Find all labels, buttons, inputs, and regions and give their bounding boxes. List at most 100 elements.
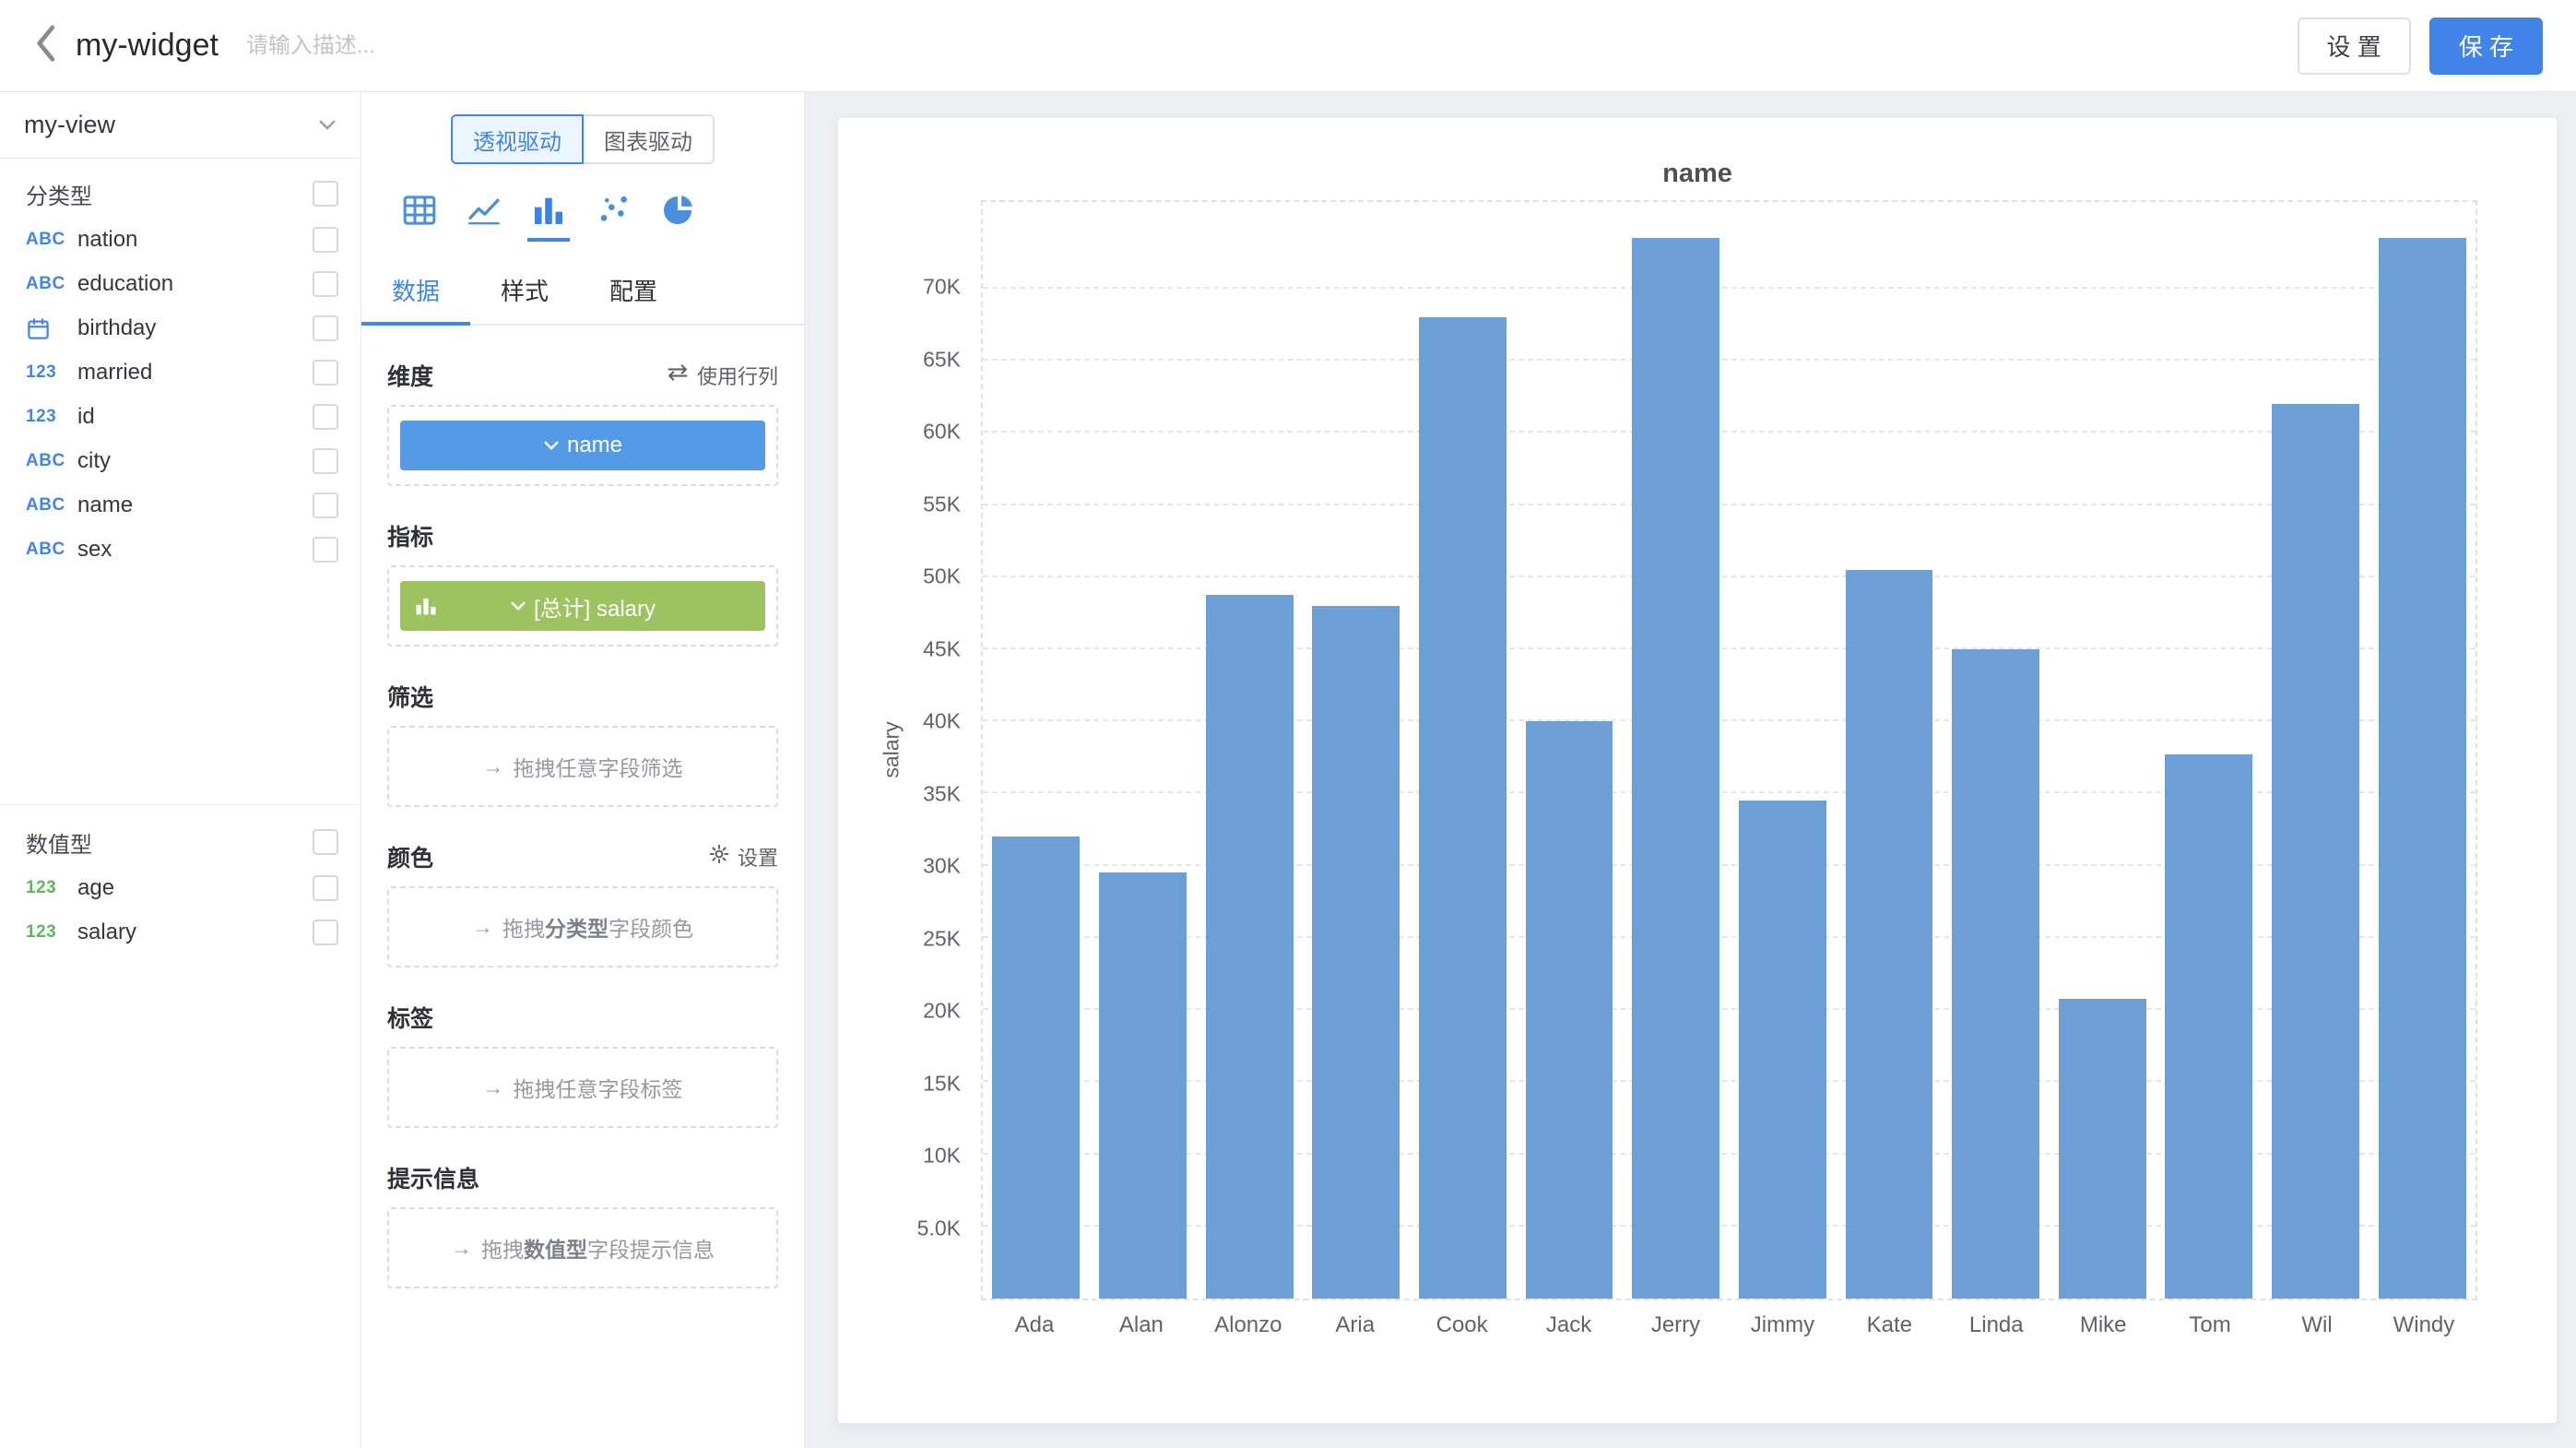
bar-slot — [2156, 202, 2263, 1299]
field-row-name[interactable]: ABCname — [0, 483, 360, 528]
tooltip-drop-zone[interactable]: → 拖拽数值型字段提示信息 — [387, 1207, 778, 1288]
field-row-birthday[interactable]: birthday — [0, 306, 360, 350]
x-tick-label: Ada — [981, 1312, 1088, 1338]
bar-slot — [1729, 202, 1836, 1299]
field-row-education[interactable]: ABCeducation — [0, 262, 360, 306]
field-row-married[interactable]: 123married — [0, 350, 360, 395]
mode-tab-chart[interactable]: 图表驱动 — [584, 114, 715, 164]
bar-Windy — [2379, 238, 2466, 1299]
line-chart-icon[interactable] — [463, 188, 505, 242]
metric-pill[interactable]: [总计] salary — [400, 581, 765, 631]
field-checkbox[interactable] — [313, 448, 338, 474]
bar-chart-icon[interactable] — [527, 188, 570, 242]
tooltip-drop-hint: → 拖拽数值型字段提示信息 — [451, 1232, 715, 1264]
chart-title: name — [838, 159, 2557, 189]
chevron-down-icon — [510, 600, 526, 611]
main-area: my-view 分类型 ABCnationABCeducation birthday… — [0, 92, 2576, 1448]
scatter-chart-icon[interactable] — [592, 188, 634, 242]
field-checkbox[interactable] — [313, 920, 338, 945]
field-checkbox[interactable] — [313, 360, 338, 386]
plot-area — [981, 200, 2477, 1300]
group-header: 分类型 — [0, 170, 360, 218]
field-name: age — [77, 875, 313, 901]
bar-slot — [1303, 202, 1410, 1299]
config-panel: 透视驱动图表驱动 数据样式配置 维度 使用行列 name — [361, 92, 805, 1448]
tab-数据[interactable]: 数据 — [361, 256, 470, 326]
tab-配置[interactable]: 配置 — [579, 256, 688, 326]
back-button[interactable] — [33, 23, 57, 68]
group-select-checkbox[interactable] — [313, 829, 338, 855]
group-select-checkbox[interactable] — [313, 181, 338, 207]
field-row-id[interactable]: 123id — [0, 395, 360, 439]
field-checkbox[interactable] — [313, 227, 338, 253]
settings-button[interactable]: 设 置 — [2298, 18, 2411, 75]
field-checkbox[interactable] — [313, 271, 338, 297]
field-checkbox[interactable] — [313, 404, 338, 430]
dimension-drop-zone[interactable]: name — [387, 405, 778, 486]
panel-body: 维度 使用行列 name 指标 — [361, 359, 804, 1316]
tab-样式[interactable]: 样式 — [470, 256, 579, 326]
bar-Aria — [1312, 606, 1400, 1299]
number-field-icon: 123 — [26, 922, 77, 943]
chart-card: name salary 5.0K10K15K20K25K30K35K40K45K… — [838, 118, 2557, 1423]
field-row-nation[interactable]: ABCnation — [0, 218, 360, 262]
view-selector[interactable]: my-view — [0, 92, 360, 159]
dimension-pill[interactable]: name — [400, 421, 765, 470]
x-tick-label: Cook — [1409, 1312, 1516, 1338]
bars — [983, 202, 2476, 1299]
chevron-left-icon — [33, 23, 57, 68]
field-name: city — [77, 448, 313, 474]
mode-tab-pivot[interactable]: 透视驱动 — [451, 114, 584, 164]
top-bar: my-widget 设 置 保 存 — [0, 0, 2576, 92]
bar-Wil — [2272, 404, 2359, 1299]
y-tick-label: 35K — [923, 781, 961, 806]
bar-chart-icon — [413, 593, 439, 619]
x-tick-label: Jerry — [1623, 1312, 1730, 1338]
table-icon[interactable] — [398, 188, 441, 242]
field-checkbox[interactable] — [313, 493, 338, 518]
use-rows-cols-button[interactable]: 使用行列 — [666, 361, 778, 390]
label-drop-zone[interactable]: → 拖拽任意字段标签 — [387, 1047, 778, 1128]
field-checkbox[interactable] — [313, 875, 338, 901]
field-checkbox[interactable] — [313, 537, 338, 563]
pie-chart-icon[interactable] — [656, 188, 699, 242]
number-field-icon: 123 — [26, 407, 77, 427]
field-row-sex[interactable]: ABCsex — [0, 528, 360, 572]
arrow-right-icon: → — [451, 1236, 472, 1261]
x-tick-label: Tom — [2157, 1312, 2263, 1338]
filter-drop-hint: → 拖拽任意字段筛选 — [483, 751, 683, 782]
field-checkbox[interactable] — [313, 315, 338, 341]
field-row-age[interactable]: 123age — [0, 866, 360, 910]
color-drop-zone[interactable]: → 拖拽分类型字段颜色 — [387, 886, 778, 967]
arrow-right-icon: → — [472, 915, 493, 940]
y-tick-label: 5.0K — [917, 1216, 961, 1240]
color-settings-button[interactable]: 设置 — [708, 842, 778, 872]
text-field-icon: ABC — [26, 495, 77, 516]
x-tick-label: Alan — [1088, 1312, 1195, 1338]
x-tick-label: Mike — [2050, 1312, 2157, 1338]
bar-slot — [2369, 202, 2476, 1299]
y-tick-label: 55K — [923, 492, 961, 516]
y-tick-label: 70K — [923, 275, 961, 300]
field-row-city[interactable]: ABCcity — [0, 439, 360, 483]
label-label: 标签 — [387, 1001, 433, 1034]
field-name: married — [77, 360, 313, 386]
field-row-salary[interactable]: 123salary — [0, 910, 360, 955]
metric-drop-zone[interactable]: [总计] salary — [387, 565, 778, 647]
bar-slot — [1516, 202, 1623, 1299]
filter-drop-zone[interactable]: → 拖拽任意字段筛选 — [387, 726, 778, 807]
x-tick-label: Kate — [1836, 1312, 1943, 1338]
text-field-icon: ABC — [26, 540, 77, 560]
save-button[interactable]: 保 存 — [2429, 18, 2543, 75]
bar-slot — [983, 202, 1090, 1299]
y-tick-label: 15K — [923, 1071, 961, 1096]
y-tick-label: 40K — [923, 709, 961, 734]
panel-tabs: 数据样式配置 — [361, 256, 804, 326]
field-name: birthday — [77, 315, 313, 341]
bar-Jerry — [1632, 238, 1719, 1299]
description-input[interactable] — [246, 33, 633, 59]
bar-Alan — [1099, 872, 1187, 1299]
y-tick-label: 45K — [923, 636, 961, 661]
bar-slot — [2049, 202, 2156, 1299]
group-label: 分类型 — [26, 178, 92, 210]
